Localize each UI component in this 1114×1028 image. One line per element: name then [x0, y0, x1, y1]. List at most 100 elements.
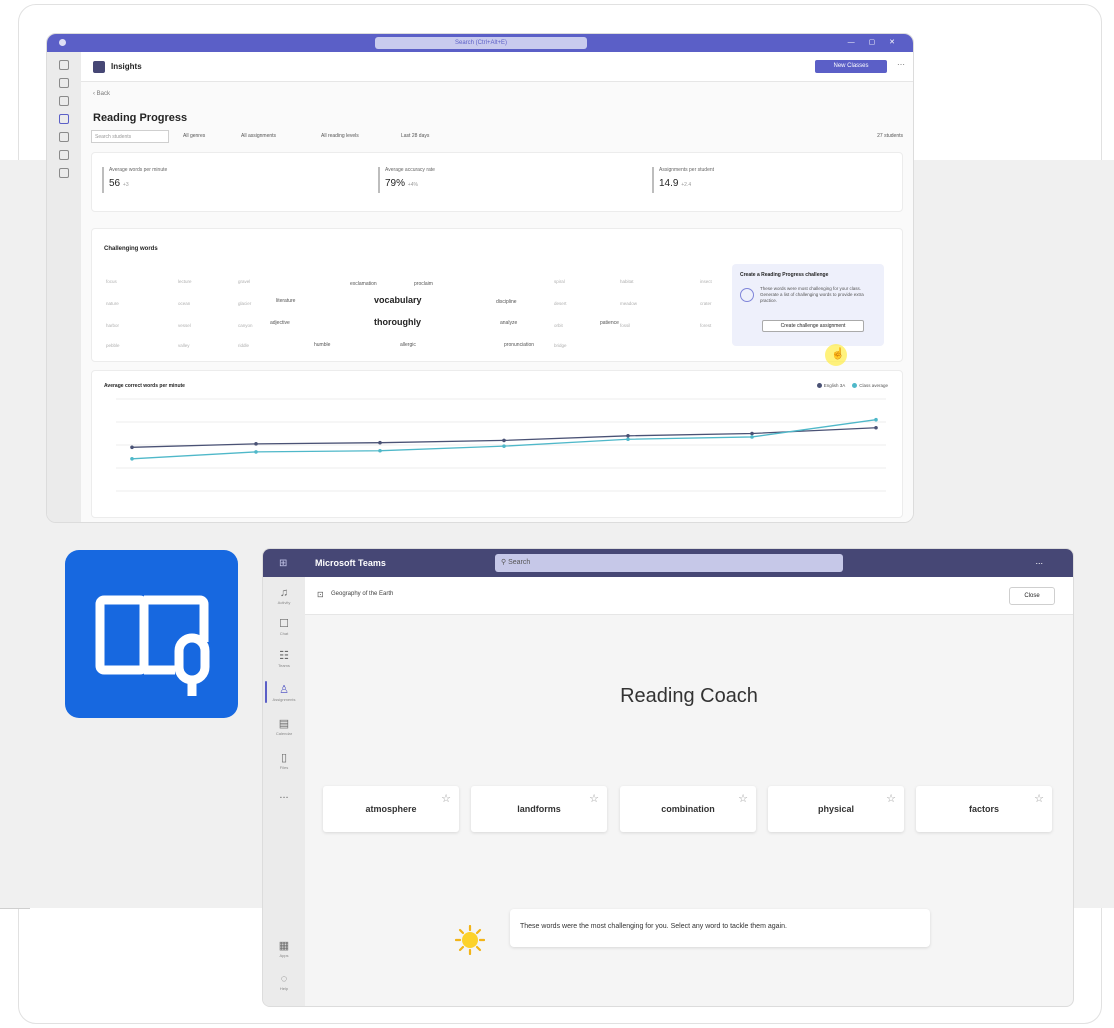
student-count: 27 students [877, 133, 903, 139]
word-label: atmosphere [365, 804, 417, 814]
student-search-input[interactable]: Search students [91, 130, 169, 143]
divider [0, 908, 30, 909]
activity-icon[interactable] [59, 60, 69, 70]
sun-coach-icon [455, 925, 485, 955]
filter-bar: Search students All genres All assignmen… [91, 130, 903, 144]
more-icon: ... [279, 789, 289, 801]
word-label: factors [968, 804, 999, 814]
data-point [254, 442, 258, 446]
rail-item-help[interactable]: ◌ Help [263, 973, 305, 991]
challenging-word: fossil [620, 323, 631, 328]
create-challenge-button[interactable]: Create challenge assignment [762, 320, 864, 332]
filter-assignments[interactable]: All assignments [241, 133, 276, 139]
challenging-word: literature [276, 298, 296, 304]
files-icon[interactable] [59, 150, 69, 160]
challenge-panel: Create a Reading Progress challenge Thes… [732, 264, 884, 346]
app-header: Insights New Classes ⋯ [81, 52, 913, 82]
word-card-factors[interactable]: factors ☆ [916, 786, 1052, 832]
rail-label: Apps [279, 953, 289, 958]
close-button[interactable]: Close [1009, 587, 1055, 605]
stat-delta: +3 [122, 182, 129, 188]
filter-genres[interactable]: All genres [183, 133, 205, 139]
star-icon[interactable]: ☆ [441, 792, 451, 805]
app-name: Insights [111, 62, 142, 71]
rail-item-activity[interactable]: ♫ Activity [263, 587, 305, 605]
data-point [502, 444, 506, 448]
more-options-icon[interactable]: ... [1035, 556, 1043, 566]
more-icon[interactable]: ⋯ [897, 60, 905, 69]
rail-item-assignments[interactable]: ♙ Assignments [263, 683, 305, 702]
star-icon[interactable]: ☆ [1034, 792, 1044, 805]
calendar-icon[interactable] [59, 132, 69, 142]
new-classes-button[interactable]: New Classes [815, 60, 887, 73]
stat-label: Assignments per student [659, 167, 715, 173]
challenging-word: allergic [400, 342, 416, 348]
challenging-word: gravel [238, 279, 251, 284]
window-controls[interactable]: — ▢ ✕ [848, 38, 901, 46]
stat-value: 56 [109, 178, 121, 189]
challenging-word: vessel [178, 323, 191, 328]
challenging-word: pebble [106, 343, 120, 348]
stat-assignments-per-student: Assignments per student 14.9 +2.4 [652, 167, 714, 193]
challenging-word: glacier [238, 301, 252, 306]
rail-label: Chat [279, 631, 289, 636]
star-icon[interactable]: ☆ [886, 792, 896, 805]
mouse-cursor: ☝ [825, 344, 847, 366]
rail-item-chat[interactable]: ☐ Chat [263, 617, 305, 636]
cursor-pointer-icon: ☝ [831, 348, 845, 360]
rail-item-teams[interactable]: ☷ Teams [263, 649, 305, 668]
challenging-word: canyon [238, 323, 253, 328]
chat-icon[interactable] [59, 78, 69, 88]
files-icon: ▯ [280, 752, 288, 764]
challenge-icon [740, 288, 754, 302]
insights-main: Insights New Classes ⋯ ‹ Back Reading Pr… [81, 52, 913, 522]
rail-item-more[interactable]: ... [263, 789, 305, 801]
search-input[interactable]: ⚲ Search [495, 554, 843, 572]
rail-item-files[interactable]: ▯ Files [263, 751, 305, 770]
rail-label: Teams [278, 663, 290, 668]
word-label: physical [817, 804, 855, 814]
insights-icon[interactable] [59, 168, 69, 178]
word-label: landforms [517, 804, 561, 814]
challenge-title: Create a Reading Progress challenge [740, 272, 829, 278]
assignment-title: Geography of the Earth [331, 591, 394, 597]
filter-reading-levels[interactable]: All reading levels [321, 133, 359, 139]
assignments-icon[interactable] [59, 114, 69, 124]
challenging-word: vocabulary [374, 295, 422, 305]
stat-words-per-minute: Average words per minute 56 +3 [102, 167, 167, 193]
back-link[interactable]: ‹ Back [93, 91, 110, 97]
teams-icon[interactable] [59, 96, 69, 106]
filter-date-range[interactable]: Last 28 days [401, 133, 429, 139]
apps-icon: ▦ [278, 940, 290, 952]
challenging-word: adjective [270, 320, 290, 326]
data-point [750, 435, 754, 439]
rail-label: Help [279, 986, 289, 991]
word-card-atmosphere[interactable]: atmosphere ☆ [323, 786, 459, 832]
word-card-physical[interactable]: physical ☆ [768, 786, 904, 832]
rail-item-calendar[interactable]: ▤ Calendar [263, 717, 305, 736]
stat-label: Average words per minute [109, 167, 168, 173]
star-icon[interactable]: ☆ [738, 792, 748, 805]
title-bar: Search (Ctrl+Alt+E) — ▢ ✕ [47, 34, 913, 52]
word-card-landforms[interactable]: landforms ☆ [471, 786, 607, 832]
challenging-word: analyze [500, 320, 518, 326]
challenging-word: ocean [178, 301, 191, 306]
assignment-header: ⊡ Geography of the Earth Close [305, 577, 1073, 615]
stat-accuracy-rate: Average accuracy rate 79% +4% [378, 167, 435, 193]
insights-app-icon [93, 61, 105, 73]
app-menu-icon[interactable] [59, 39, 66, 46]
rail-label: Assignments [272, 697, 296, 702]
insights-window: Search (Ctrl+Alt+E) — ▢ ✕ Insights New C… [46, 33, 914, 523]
app-launcher-icon[interactable]: ⊞ [279, 558, 287, 569]
search-input[interactable]: Search (Ctrl+Alt+E) [375, 37, 587, 49]
data-point [626, 437, 630, 442]
challenging-word: nature [106, 301, 119, 306]
search-placeholder: Search [508, 559, 531, 566]
star-icon[interactable]: ☆ [589, 792, 599, 805]
challenging-word: insect [700, 279, 712, 284]
teams-icon: ☷ [279, 650, 289, 662]
teams-window: ⊞ Microsoft Teams ⚲ Search ... ♫ Activity… [262, 548, 1074, 1007]
data-point [254, 450, 258, 454]
rail-item-apps[interactable]: ▦ Apps [263, 939, 305, 958]
word-card-combination[interactable]: combination ☆ [620, 786, 756, 832]
